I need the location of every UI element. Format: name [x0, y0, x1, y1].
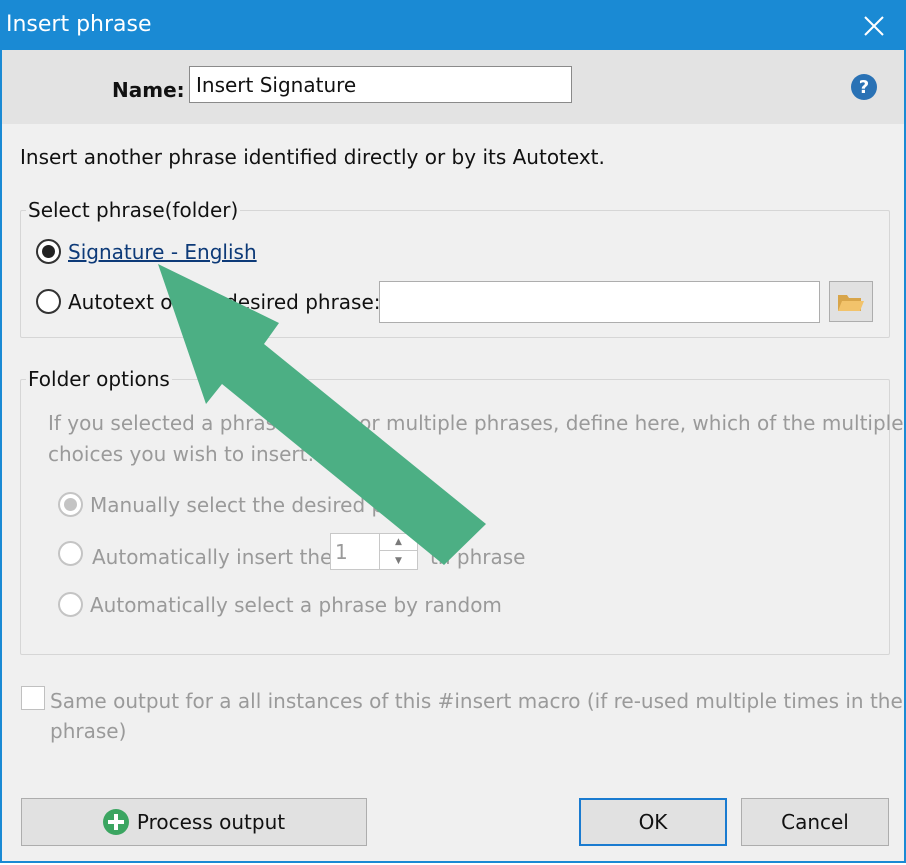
select-phrase-group-title: Select phrase(folder) [26, 198, 241, 222]
same-output-label-2: phrase) [50, 719, 127, 743]
stepper-arrows: ▲ ▼ [379, 534, 417, 569]
help-icon[interactable]: ? [850, 73, 878, 101]
stepper-down-button[interactable]: ▼ [380, 552, 417, 569]
description-text: Insert another phrase identified directl… [20, 145, 605, 169]
same-output-checkbox[interactable] [21, 686, 45, 710]
name-input[interactable] [189, 66, 572, 103]
radio-auto-insert[interactable] [58, 541, 83, 566]
close-button[interactable] [844, 2, 904, 50]
folder-options-hint-1: If you selected a phrase folder or multi… [48, 411, 904, 435]
folder-options-title: Folder options [26, 367, 172, 391]
auto-insert-label-prefix: Automatically insert the [92, 545, 333, 569]
folder-options-hint-2: choices you wish to insert: [48, 442, 315, 466]
autotext-label: Autotext of the desired phrase: [68, 290, 381, 314]
close-icon [864, 16, 884, 36]
phrase-link[interactable]: Signature - English [68, 240, 257, 264]
random-select-label: Automatically select a phrase by random [90, 593, 502, 617]
chevron-down-icon: ▼ [395, 555, 402, 566]
insert-phrase-dialog: Insert phrase Name: ? Insert another phr… [0, 0, 906, 863]
auto-insert-label-suffix: th phrase [430, 545, 526, 569]
title-bar: Insert phrase [2, 2, 904, 50]
ok-label: OK [638, 810, 668, 834]
ok-button[interactable]: OK [579, 798, 727, 846]
manual-select-label: Manually select the desired phrase [90, 493, 441, 517]
svg-text:?: ? [859, 77, 869, 98]
cancel-label: Cancel [781, 810, 849, 834]
autotext-input[interactable] [379, 281, 820, 323]
phrase-number-value: 1 [335, 540, 348, 564]
radio-autotext[interactable] [36, 289, 61, 314]
window-title: Insert phrase [6, 12, 152, 37]
process-output-label: Process output [136, 810, 286, 834]
cancel-button[interactable]: Cancel [741, 798, 889, 846]
phrase-number-stepper[interactable]: 1 ▲ ▼ [330, 533, 418, 570]
browse-folder-button[interactable] [829, 281, 873, 322]
name-label: Name: [112, 78, 185, 102]
stepper-up-button[interactable]: ▲ [380, 534, 417, 551]
plus-icon [102, 809, 129, 835]
folder-icon [838, 294, 864, 311]
radio-direct-phrase[interactable] [36, 239, 61, 264]
same-output-label-1: Same output for a all instances of this … [50, 689, 903, 713]
radio-manual-select[interactable] [58, 492, 83, 517]
chevron-up-icon: ▲ [395, 537, 402, 547]
process-output-button[interactable]: Process output [21, 798, 367, 846]
radio-random-select[interactable] [58, 592, 83, 617]
